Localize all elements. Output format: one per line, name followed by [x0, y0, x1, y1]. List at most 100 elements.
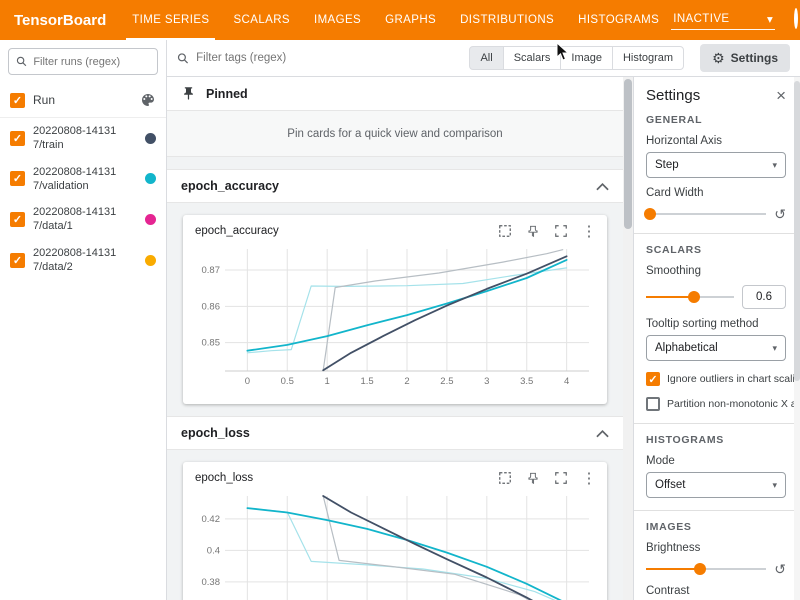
run-label: 20220808-141317/data/2	[33, 246, 125, 275]
theme-toggle-icon[interactable]	[787, 11, 800, 29]
chevron-down-icon: ▾	[767, 12, 773, 26]
images-section-label: IMAGES	[646, 521, 786, 533]
close-icon[interactable]: ×	[776, 87, 786, 104]
status-label: INACTIVE	[673, 13, 729, 25]
svg-text:0.85: 0.85	[202, 338, 221, 349]
section-header-epoch-accuracy[interactable]: epoch_accuracy	[167, 169, 623, 203]
general-section-label: GENERAL	[646, 114, 786, 126]
settings-scrollbar-thumb[interactable]	[794, 81, 800, 381]
settings-panel: Settings × GENERAL Horizontal Axis Step …	[633, 77, 800, 600]
slider-thumb[interactable]	[688, 291, 700, 303]
run-row-train[interactable]: ✓ 20220808-141317/train	[0, 118, 166, 159]
run-row-data-1[interactable]: ✓ 20220808-141317/data/1	[0, 199, 166, 240]
card-actions: ⋮	[497, 470, 597, 486]
horizontal-axis-value: Step	[655, 159, 679, 171]
smoothing-value-input[interactable]: 0.6	[742, 285, 786, 309]
histogram-mode-select[interactable]: Offset ▾	[646, 472, 786, 498]
slider-thumb[interactable]	[644, 208, 656, 220]
histograms-section-label: HISTOGRAMS	[646, 434, 786, 446]
tab-scalars[interactable]: SCALARS	[221, 0, 302, 40]
run-color-dot[interactable]	[145, 133, 156, 144]
horizontal-axis-select[interactable]: Step ▾	[646, 152, 786, 178]
run-row-validation[interactable]: ✓ 20220808-141317/validation	[0, 159, 166, 200]
line-chart-epoch-accuracy[interactable]: 00.511.522.533.540.850.860.87	[185, 241, 605, 398]
run-label: 20220808-141317/data/1	[33, 205, 125, 234]
section-header-epoch-loss[interactable]: epoch_loss	[167, 416, 623, 450]
card-width-slider[interactable]	[646, 207, 766, 221]
ignore-outliers-checkbox[interactable]: ✓	[646, 372, 660, 386]
main-toolbar: All Scalars Image Histogram ⚙ Settings	[167, 40, 800, 77]
smoothing-slider[interactable]	[646, 290, 734, 304]
scalar-card-epoch-accuracy: epoch_accuracy ⋮ 00.511.522.533.540.850.…	[183, 215, 607, 404]
filter-tags-box[interactable]	[177, 52, 459, 65]
filter-tags-input[interactable]	[196, 52, 459, 64]
line-chart-epoch-loss[interactable]: 00.511.522.533.540.360.380.40.42	[185, 488, 605, 600]
pin-card-icon[interactable]	[525, 223, 541, 239]
slider-thumb[interactable]	[694, 563, 706, 575]
pinned-section-header: Pinned	[167, 77, 623, 111]
settings-scrollbar-track[interactable]	[794, 77, 800, 600]
card-header: epoch_loss ⋮	[185, 464, 605, 488]
tab-histograms[interactable]: HISTOGRAMS	[566, 0, 671, 40]
tab-graphs[interactable]: GRAPHS	[373, 0, 448, 40]
svg-text:0.38: 0.38	[202, 577, 221, 588]
brightness-slider[interactable]	[646, 562, 766, 576]
reload-status-dropdown[interactable]: INACTIVE ▾	[671, 10, 775, 30]
main-scrollbar-track[interactable]	[623, 77, 633, 600]
section-title: epoch_accuracy	[181, 179, 279, 193]
mode-label: Mode	[646, 455, 786, 467]
pin-card-icon[interactable]	[525, 470, 541, 486]
fullscreen-icon[interactable]	[553, 470, 569, 486]
svg-text:0.86: 0.86	[202, 301, 221, 312]
chevron-down-icon: ▾	[772, 343, 777, 354]
tooltip-sorting-select[interactable]: Alphabetical ▾	[646, 335, 786, 361]
reset-icon[interactable]: ↺	[774, 562, 786, 576]
reset-icon[interactable]: ↺	[774, 207, 786, 221]
horizontal-axis-label: Horizontal Axis	[646, 135, 786, 147]
chip-scalars[interactable]: Scalars	[503, 46, 562, 70]
slider-track[interactable]	[646, 213, 766, 215]
fit-to-data-icon[interactable]	[497, 470, 513, 486]
card-zone: epoch_accuracy ⋮ 00.511.522.533.540.850.…	[167, 203, 623, 416]
run-color-dot[interactable]	[145, 214, 156, 225]
partition-x-axis-checkbox[interactable]	[646, 397, 660, 411]
more-options-icon[interactable]: ⋮	[581, 470, 597, 486]
scalars-section-label: SCALARS	[646, 244, 786, 256]
search-icon	[16, 55, 27, 68]
card-title: epoch_loss	[195, 472, 253, 484]
svg-text:0.4: 0.4	[207, 545, 220, 556]
smoothing-label: Smoothing	[646, 265, 786, 277]
chip-histogram[interactable]: Histogram	[612, 46, 684, 70]
slider-fill	[646, 568, 700, 570]
run-color-dot[interactable]	[145, 255, 156, 266]
chip-all[interactable]: All	[469, 46, 503, 70]
fit-to-data-icon[interactable]	[497, 223, 513, 239]
run-checkbox[interactable]: ✓	[10, 171, 25, 186]
card-width-label: Card Width	[646, 187, 786, 199]
fullscreen-icon[interactable]	[553, 223, 569, 239]
main-scrollbar-thumb[interactable]	[624, 79, 632, 229]
filter-runs-box[interactable]	[8, 48, 158, 75]
tab-images[interactable]: IMAGES	[302, 0, 373, 40]
tab-time-series[interactable]: TIME SERIES	[120, 0, 221, 40]
chevron-down-icon: ▾	[772, 160, 777, 171]
half-circle-glyph	[794, 8, 798, 29]
svg-text:0.42: 0.42	[202, 514, 221, 525]
nav-tabs: TIME SERIES SCALARS IMAGES GRAPHS DISTRI…	[120, 0, 671, 40]
palette-icon[interactable]	[140, 92, 156, 108]
run-checkbox[interactable]: ✓	[10, 131, 25, 146]
filter-runs-input[interactable]	[33, 56, 150, 68]
run-row-data-2[interactable]: ✓ 20220808-141317/data/2	[0, 240, 166, 281]
select-all-runs-checkbox[interactable]: ✓	[10, 93, 25, 108]
run-checkbox[interactable]: ✓	[10, 253, 25, 268]
run-checkbox[interactable]: ✓	[10, 212, 25, 227]
more-options-icon[interactable]: ⋮	[581, 223, 597, 239]
card-header: epoch_accuracy ⋮	[185, 217, 605, 241]
mouse-cursor	[556, 42, 570, 62]
tab-distributions[interactable]: DISTRIBUTIONS	[448, 0, 566, 40]
gear-icon: ⚙	[712, 50, 725, 67]
settings-button[interactable]: ⚙ Settings	[700, 44, 790, 72]
chevron-up-icon[interactable]	[596, 182, 609, 191]
run-color-dot[interactable]	[145, 173, 156, 184]
chevron-up-icon[interactable]	[596, 429, 609, 438]
